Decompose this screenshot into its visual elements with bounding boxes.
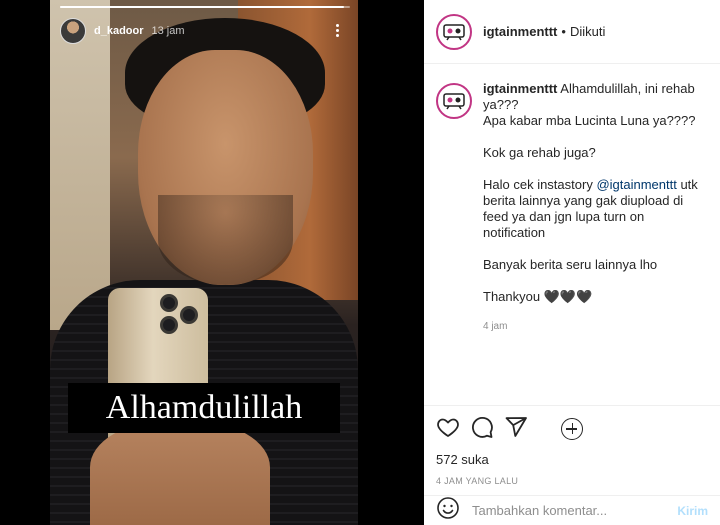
account-username[interactable]: igtainmenttt (483, 24, 557, 39)
account-logo-icon (440, 87, 468, 115)
caption-username[interactable]: igtainmenttt (483, 81, 557, 96)
caption-text: igtainmenttt Alhamdulillah, ini rehab ya… (483, 81, 705, 405)
post-comment-button[interactable]: Kirim (677, 504, 708, 518)
post-header: igtainmenttt • Diikuti (424, 0, 720, 64)
account-avatar[interactable] (436, 13, 472, 50)
story-background-wall (50, 0, 110, 330)
phone-camera-lens (160, 316, 178, 334)
story-avatar[interactable] (60, 18, 86, 44)
story-header: d_kadoor 13 jam (60, 16, 350, 46)
story-hand (90, 420, 270, 525)
action-icons (436, 414, 708, 444)
story-text-overlay: Alhamdulillah (68, 383, 340, 433)
phone-camera-lens (180, 306, 198, 324)
separator-dot: • (561, 24, 566, 39)
caption-line: Kok ga rehab juga? (483, 145, 596, 160)
caption-line: Banyak berita seru lainnya lho (483, 257, 658, 272)
account-logo-icon (440, 17, 468, 46)
story-time: 13 jam (151, 25, 185, 37)
post-actions: 572 suka 4 JAM YANG LALU (424, 405, 720, 495)
hearts-emoji: 🖤🖤🖤 (543, 289, 593, 304)
comment-input[interactable] (472, 503, 672, 518)
story-image[interactable]: d_kadoor 13 jam Alhamdulillah (50, 0, 358, 525)
phone-camera-lens (160, 294, 178, 312)
comment-icon[interactable] (470, 415, 494, 444)
story-progress-fill (60, 6, 345, 8)
story-beard (158, 195, 293, 285)
caption-line: Thankyou (483, 289, 544, 304)
like-count[interactable]: 572 suka (436, 452, 708, 467)
caption-line: Halo cek instastory (483, 177, 597, 192)
post-panel: igtainmenttt • Diikuti igtainmenttt Alha… (424, 0, 720, 525)
emoji-icon[interactable] (436, 496, 460, 525)
story-progress-bar (60, 6, 350, 8)
add-comment-bar: Kirim (424, 495, 720, 525)
comment-time[interactable]: 4 jam (483, 319, 705, 335)
share-icon[interactable] (504, 415, 528, 444)
caption-line: Apa kabar mba Lucinta Luna ya???? (483, 113, 696, 128)
heart-icon[interactable] (436, 415, 460, 444)
caption-comment: igtainmenttt Alhamdulillah, ini rehab ya… (424, 65, 720, 440)
story-username[interactable]: d_kadoor (94, 25, 144, 37)
follow-status[interactable]: Diikuti (570, 24, 605, 39)
more-icon[interactable] (330, 22, 344, 40)
story-viewer: d_kadoor 13 jam Alhamdulillah (0, 0, 424, 525)
caption-avatar[interactable] (436, 83, 472, 119)
mention-link[interactable]: @igtainmenttt (596, 177, 676, 192)
post-timestamp[interactable]: 4 JAM YANG LALU (436, 476, 708, 486)
